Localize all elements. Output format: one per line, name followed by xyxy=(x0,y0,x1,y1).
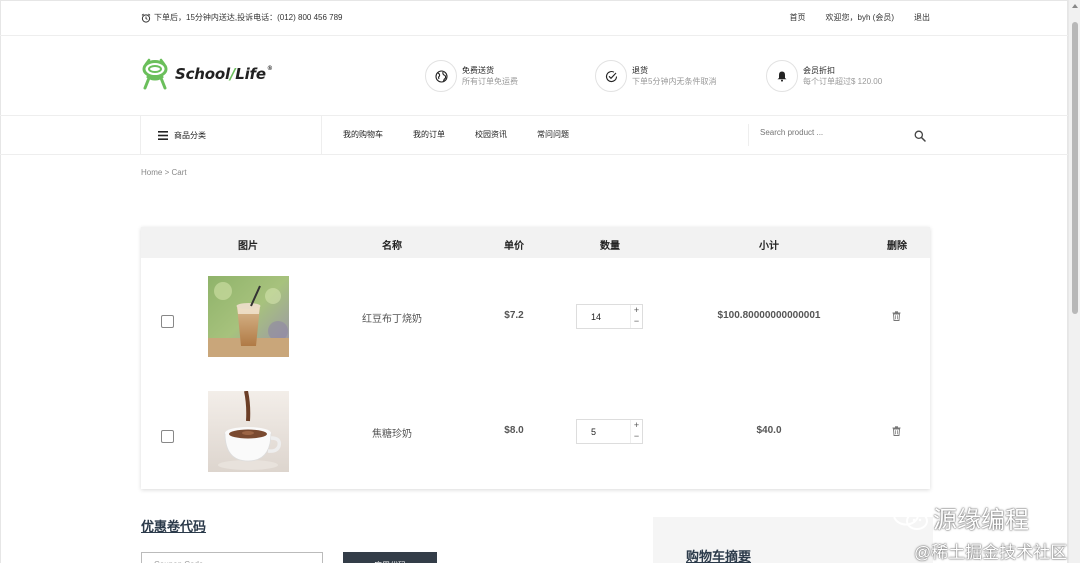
feature-member-discount: 会员折扣 每个订单超过$ 120.00 xyxy=(766,60,882,92)
trash-icon[interactable] xyxy=(892,426,901,436)
column-header-image: 图片 xyxy=(238,241,258,252)
top-links: 首页 欢迎您，byh (会员) 退出 xyxy=(790,12,930,23)
stepper-buttons: + − xyxy=(630,305,642,328)
feature-title: 退货 xyxy=(632,66,648,75)
brand-logo[interactable]: School/Life® xyxy=(140,58,273,90)
breadcrumb: Home > Cart xyxy=(141,168,187,177)
category-label: 商品分类 xyxy=(174,131,206,140)
logout-link[interactable]: 退出 xyxy=(914,12,930,23)
nav-item-my-orders[interactable]: 我的订单 xyxy=(413,129,445,140)
breadcrumb-current: Cart xyxy=(171,168,187,177)
apply-coupon-button[interactable]: 应用代码 xyxy=(343,552,437,563)
line-subtotal: $100.80000000000001 xyxy=(717,310,821,321)
scrollbar-thumb[interactable] xyxy=(1072,22,1078,314)
site-header: School/Life® 免费送货 所有订单免运费 退货 下单5分钟内无条件取消 xyxy=(0,36,1068,116)
bell-icon xyxy=(777,71,787,82)
breadcrumb-separator: > xyxy=(164,168,170,177)
product-image-iced-milk-tea[interactable] xyxy=(208,276,289,357)
top-bar: 下单后，15分钟内送达,投诉电话：(012) 800 456 789 首页 欢迎… xyxy=(0,0,1068,36)
select-item-checkbox[interactable] xyxy=(161,430,174,443)
quantity-value[interactable]: 5 xyxy=(591,427,596,437)
increment-button[interactable]: + xyxy=(631,420,642,431)
cart-table: 图片 名称 单价 数量 小计 删除 红豆布丁烧奶 $7.2 14 + − $10… xyxy=(141,227,930,489)
feature-title: 免费送货 xyxy=(462,66,494,75)
breadcrumb-home[interactable]: Home xyxy=(141,168,162,177)
feature-subtitle: 每个订单超过$ 120.00 xyxy=(803,77,883,86)
feature-subtitle: 下单5分钟内无条件取消 xyxy=(632,77,717,86)
column-header-delete: 删除 xyxy=(887,241,907,252)
nav-item-faq[interactable]: 常问问题 xyxy=(537,129,569,140)
feature-subtitle: 所有订单免运费 xyxy=(462,77,518,86)
quantity-value[interactable]: 14 xyxy=(591,312,601,322)
search-box xyxy=(748,124,930,146)
wechat-icon xyxy=(893,504,928,530)
trash-icon[interactable] xyxy=(892,311,901,321)
hamburger-icon xyxy=(158,131,168,140)
coupon-title: 优惠卷代码 xyxy=(141,519,207,534)
feature-icon-circle xyxy=(766,60,798,92)
main-nav: 商品分类 我的购物车 我的订单 校园资讯 常问问题 xyxy=(0,116,1068,155)
column-header-price: 单价 xyxy=(504,241,524,252)
table-row: 焦糖珍奶 $8.0 5 + − $40.0 xyxy=(141,373,930,488)
feature-text: 退货 下单5分钟内无条件取消 xyxy=(632,65,716,87)
check-circle-icon xyxy=(605,70,617,82)
watermark-channel-text: 源缘编程 xyxy=(933,507,1029,534)
feature-free-shipping: 免费送货 所有订单免运费 xyxy=(425,60,518,92)
feature-text: 免费送货 所有订单免运费 xyxy=(462,65,518,87)
brand-name-part1: School xyxy=(175,65,230,83)
watermark-channel: 源缘编程 xyxy=(893,500,1029,535)
cart-table-header: 图片 名称 单价 数量 小计 删除 xyxy=(141,227,930,258)
unit-price: $8.0 xyxy=(504,425,524,436)
column-header-quantity: 数量 xyxy=(600,241,620,252)
cart-summary-title: 购物车摘要 xyxy=(686,549,752,563)
select-item-checkbox[interactable] xyxy=(161,315,174,328)
feature-icon-circle xyxy=(595,60,627,92)
page-scrollbar[interactable] xyxy=(1068,0,1080,563)
feature-title: 会员折扣 xyxy=(803,66,835,75)
delivery-notice-text: 下单后，15分钟内送达,投诉电话：(012) 800 456 789 xyxy=(154,13,343,22)
table-row: 红豆布丁烧奶 $7.2 14 + − $100.80000000000001 xyxy=(141,258,930,373)
quantity-stepper[interactable]: 14 + − xyxy=(576,304,643,329)
column-header-name: 名称 xyxy=(382,241,402,252)
delivery-notice: 下单后，15分钟内送达,投诉电话：(012) 800 456 789 xyxy=(141,12,343,23)
category-menu-button[interactable]: 商品分类 xyxy=(140,116,322,155)
logo-mascot-icon xyxy=(142,58,168,90)
nav-item-my-cart[interactable]: 我的购物车 xyxy=(343,129,383,140)
registered-mark: ® xyxy=(266,65,273,72)
alarm-clock-icon xyxy=(141,13,151,23)
feature-returns: 退货 下单5分钟内无条件取消 xyxy=(595,60,716,92)
column-header-subtotal: 小计 xyxy=(759,241,779,252)
product-name[interactable]: 红豆布丁烧奶 xyxy=(362,310,422,325)
watermark-community: @稀土掘金技术社区 xyxy=(914,543,1068,562)
scroll-up-arrow-icon[interactable] xyxy=(1072,4,1078,8)
coupon-code-input[interactable]: Coupon Code xyxy=(141,552,323,563)
home-link[interactable]: 首页 xyxy=(790,12,806,23)
nav-menu: 我的购物车 我的订单 校园资讯 常问问题 xyxy=(343,129,569,140)
search-input[interactable] xyxy=(760,128,900,137)
nav-item-campus-news[interactable]: 校园资讯 xyxy=(475,129,507,140)
globe-icon xyxy=(434,69,448,83)
unit-price: $7.2 xyxy=(504,310,524,321)
welcome-user-link[interactable]: 欢迎您，byh (会员) xyxy=(826,12,894,23)
decrement-button[interactable]: − xyxy=(631,316,642,327)
search-icon[interactable] xyxy=(914,130,926,142)
increment-button[interactable]: + xyxy=(631,305,642,316)
stepper-buttons: + − xyxy=(630,420,642,443)
quantity-stepper[interactable]: 5 + − xyxy=(576,419,643,444)
brand-name-part2: Life xyxy=(235,65,266,83)
product-name[interactable]: 焦糖珍奶 xyxy=(372,425,412,440)
cart-summary-panel: 购物车摘要 xyxy=(653,517,933,563)
feature-icon-circle xyxy=(425,60,457,92)
line-subtotal: $40.0 xyxy=(756,425,782,436)
brand-name: School/Life® xyxy=(175,65,273,83)
product-image-hot-chocolate[interactable] xyxy=(208,391,289,472)
decrement-button[interactable]: − xyxy=(631,431,642,442)
feature-text: 会员折扣 每个订单超过$ 120.00 xyxy=(803,65,882,87)
